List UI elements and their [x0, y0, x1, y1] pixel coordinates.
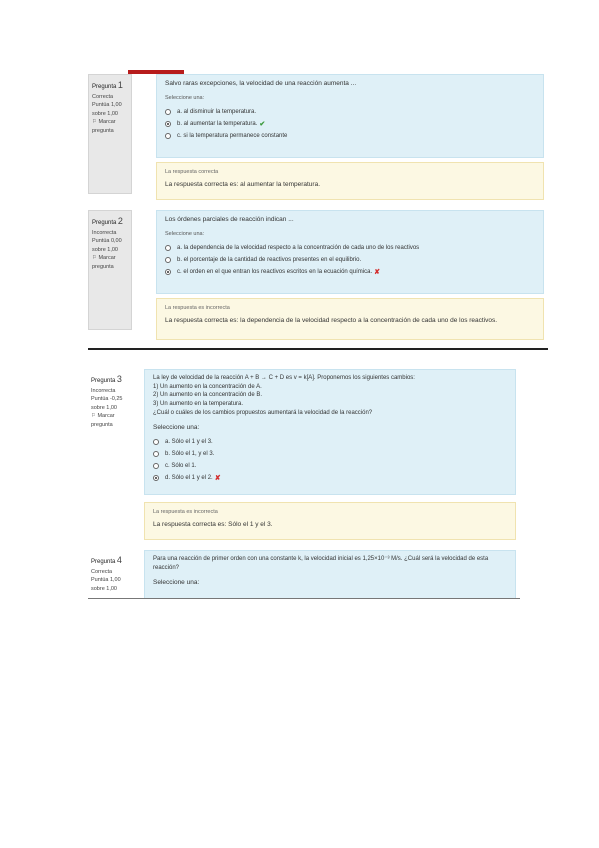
flag-icon: ⚐	[92, 119, 97, 126]
flag-icon: ⚐	[91, 413, 96, 420]
radio-button[interactable]	[165, 133, 171, 140]
flag-icon: ⚐	[92, 255, 97, 262]
question-2-option-b[interactable]: b. el porcentaje de la cantidad de react…	[165, 254, 535, 266]
question-2-prompt: Seleccione una:	[165, 231, 205, 238]
radio-button-selected[interactable]	[153, 475, 159, 482]
question-3-prompt: Seleccione una:	[153, 424, 200, 432]
question-3-text: La ley de velocidad de la reacción A + B…	[153, 375, 415, 416]
question-3-feedback-title: La respuesta es incorrecta	[153, 509, 218, 515]
question-2-text: Los órdenes parciales de reacción indica…	[165, 216, 294, 223]
question-3-option-d[interactable]: d. Sólo el 1 y el 2. ✘	[153, 472, 507, 484]
radio-button[interactable]	[165, 245, 171, 252]
question-3-flag[interactable]: ⚐ Marcar pregunta	[91, 412, 129, 429]
question-1-score: Puntúa 1,00	[92, 102, 122, 109]
question-3-score: Puntúa -0,25	[91, 396, 123, 403]
question-1-content: Salvo raras excepciones, la velocidad de…	[156, 74, 544, 158]
radio-button-selected[interactable]	[165, 121, 171, 128]
question-2-option-a[interactable]: a. la dependencia de la velocidad respec…	[165, 242, 535, 254]
question-1-feedback-text: La respuesta correcta es: al aumentar la…	[165, 181, 320, 188]
question-2-title: Pregunta 2	[92, 216, 123, 226]
check-icon: ✔	[259, 121, 266, 129]
question-2-score: Puntúa 0,00	[92, 238, 122, 245]
question-1-option-a[interactable]: a. al disminuir la temperatura.	[165, 106, 535, 118]
question-1-title: Pregunta 1	[92, 80, 123, 90]
radio-button[interactable]	[153, 451, 159, 458]
radio-button[interactable]	[165, 257, 171, 264]
question-4-text: Para una reacción de primer orden con un…	[153, 556, 489, 571]
question-4-title: Pregunta 4	[91, 555, 122, 565]
question-1-option-c[interactable]: c. si la temperatura permanece constante	[165, 130, 535, 142]
question-3-option-b[interactable]: b. Sólo el 1, y el 3.	[153, 448, 507, 460]
question-1-feedback-title: La respuesta correcta	[165, 169, 219, 175]
question-2-info: Pregunta 2 Incorrecta Puntúa 0,00 sobre …	[88, 210, 132, 330]
question-3-title: Pregunta 3	[91, 374, 122, 384]
question-3-option-c[interactable]: c. Sólo el 1.	[153, 460, 507, 472]
question-1-score-max: sobre 1,00	[92, 110, 118, 117]
radio-button[interactable]	[153, 463, 159, 470]
question-3-content: La ley de velocidad de la reacción A + B…	[144, 369, 516, 495]
cross-icon: ✘	[214, 475, 221, 483]
question-1-info: Pregunta 1 Correcta Puntúa 1,00 sobre 1,…	[88, 74, 132, 194]
question-4-info: Pregunta 4 Correcta Puntúa 1,00 sobre 1,…	[88, 550, 132, 598]
quiz-review-screenshot-2: Pregunta 3 Incorrecta Puntúa -0,25 sobre…	[88, 366, 520, 599]
question-4-prompt: Seleccione una:	[153, 579, 200, 587]
question-1-option-b[interactable]: b. al aumentar la temperatura. ✔	[165, 118, 535, 130]
question-4-content: Para una reacción de primer orden con un…	[144, 550, 516, 598]
question-3-option-a[interactable]: a. Sólo el 1 y el 3.	[153, 436, 507, 448]
question-3-info: Pregunta 3 Incorrecta Puntúa -0,25 sobre…	[88, 369, 132, 433]
question-2-status: Incorrecta	[92, 229, 117, 236]
question-1-flag[interactable]: ⚐ Marcar pregunta	[92, 118, 128, 135]
question-2-feedback: La respuesta es incorrecta La respuesta …	[156, 298, 544, 340]
question-4-score-max: sobre 1,00	[91, 585, 117, 592]
radio-button-selected[interactable]	[165, 269, 171, 276]
question-2-flag[interactable]: ⚐ Marcar pregunta	[92, 254, 128, 271]
question-2-feedback-text: La respuesta correcta es: la dependencia…	[165, 317, 498, 324]
question-1-prompt: Seleccione una:	[165, 95, 205, 102]
question-1-status: Correcta	[92, 93, 114, 100]
radio-button[interactable]	[165, 109, 171, 116]
question-3-status: Incorrecta	[91, 387, 116, 394]
question-3-score-max: sobre 1,00	[91, 404, 117, 411]
question-1-text: Salvo raras excepciones, la velocidad de…	[165, 80, 357, 87]
question-2-feedback-title: La respuesta es incorrecta	[165, 305, 230, 311]
question-1-feedback: La respuesta correcta La respuesta corre…	[156, 162, 544, 200]
question-4-score: Puntúa 1,00	[91, 577, 121, 584]
cross-icon: ✘	[374, 269, 380, 277]
radio-button[interactable]	[153, 439, 159, 446]
question-2-content: Los órdenes parciales de reacción indica…	[156, 210, 544, 294]
question-2-option-c[interactable]: c. el orden en el que entran los reactiv…	[165, 266, 535, 278]
question-4-status: Correcta	[91, 568, 113, 575]
question-3-feedback-text: La respuesta correcta es: Sólo el 1 y el…	[153, 521, 273, 528]
question-3-feedback: La respuesta es incorrecta La respuesta …	[144, 502, 516, 540]
question-2-score-max: sobre 1,00	[92, 246, 118, 253]
quiz-review-screenshot-1: Pregunta 1 Correcta Puntúa 1,00 sobre 1,…	[88, 70, 548, 350]
